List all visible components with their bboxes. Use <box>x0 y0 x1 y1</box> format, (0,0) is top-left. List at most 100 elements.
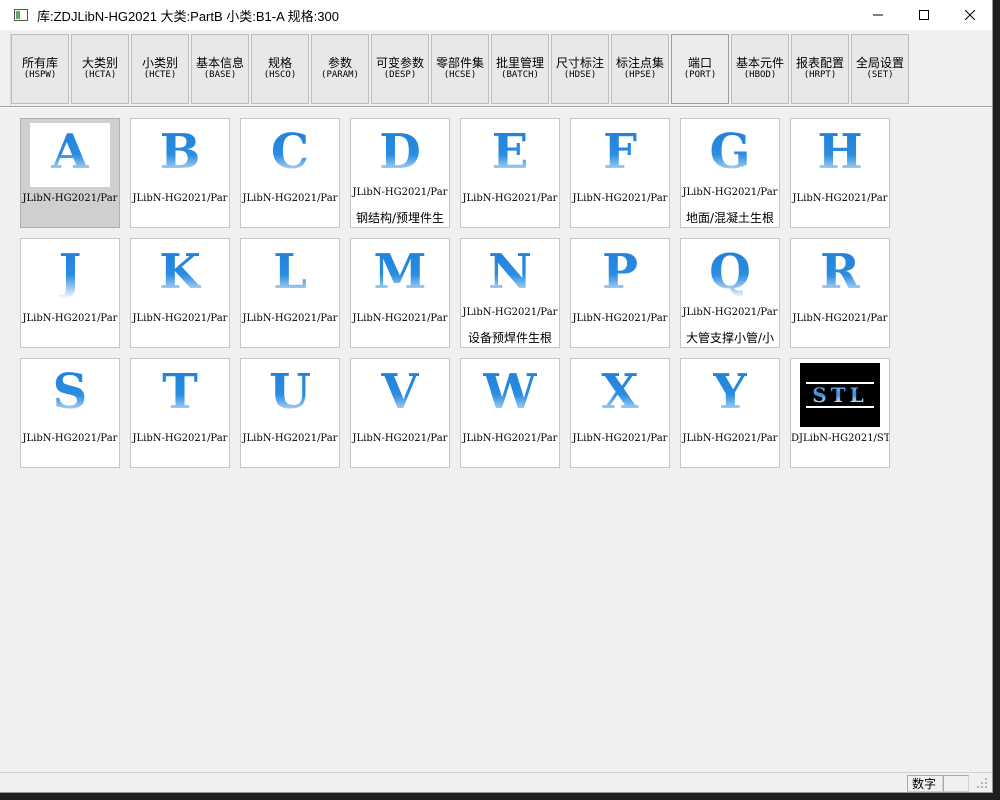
thumbnail-letter: T <box>162 364 198 420</box>
part-tile[interactable]: E JLibN-HG2021/Par <box>460 118 560 228</box>
tile-subcaption: 大管支撑小管/小 <box>685 331 775 345</box>
tile-caption: JLibN-HG2021/Par <box>132 433 228 444</box>
toolbar-button-hdse[interactable]: 尺寸标注 (HDSE) <box>551 34 609 104</box>
part-tile[interactable]: S JLibN-HG2021/Par <box>20 358 120 468</box>
toolbar-button-label: 标注点集 <box>615 56 664 70</box>
part-tile[interactable]: G JLibN-HG2021/Par 地面/混凝土生根 <box>680 118 780 228</box>
part-tile[interactable]: F JLibN-HG2021/Par <box>570 118 670 228</box>
toolbar-button-code: (DESP) <box>383 70 417 80</box>
toolbar-button-hrpt[interactable]: 报表配置 (HRPT) <box>791 34 849 104</box>
toolbar-button-port[interactable]: 端口 (PORT) <box>671 34 729 104</box>
part-thumbnail: M <box>360 243 440 307</box>
part-tile[interactable]: V JLibN-HG2021/Par <box>350 358 450 468</box>
part-tile[interactable]: Q JLibN-HG2021/Par 大管支撑小管/小 <box>680 238 780 348</box>
part-tile[interactable]: L JLibN-HG2021/Par <box>240 238 340 348</box>
tile-caption: JLibN-HG2021/Par <box>132 313 228 324</box>
toolbar-button-hcse[interactable]: 零部件集 (HCSE) <box>431 34 489 104</box>
part-thumbnail: U <box>250 363 330 427</box>
part-tile[interactable]: C JLibN-HG2021/Par <box>240 118 340 228</box>
part-tile[interactable]: A JLibN-HG2021/Par <box>20 118 120 228</box>
part-thumbnail: A <box>30 123 110 187</box>
toolbar-button-label: 零部件集 <box>435 56 484 70</box>
toolbar-button-label: 小类别 <box>141 56 178 70</box>
app-window: 库:ZDJLibN-HG2021 大类:PartB 小类:B1-A 规格:300… <box>0 0 993 793</box>
toolbar-button-hbod[interactable]: 基本元件 (HBOD) <box>731 34 789 104</box>
toolbar-button-label: 可变参数 <box>375 56 424 70</box>
toolbar-button-hcte[interactable]: 小类别 (HCTE) <box>131 34 189 104</box>
part-thumbnail: D <box>360 123 440 187</box>
part-tile[interactable]: R JLibN-HG2021/Par <box>790 238 890 348</box>
part-tile[interactable]: P JLibN-HG2021/Par <box>570 238 670 348</box>
toolbar-button-hsco[interactable]: 规格 (HSCO) <box>251 34 309 104</box>
toolbar-button-code: (BATCH) <box>501 70 539 80</box>
part-thumbnail: N <box>470 243 550 307</box>
part-thumbnail: Q <box>690 243 770 307</box>
thumbnail-letter: STL <box>806 382 874 408</box>
thumbnail-letter: C <box>270 124 310 180</box>
part-tile[interactable]: N JLibN-HG2021/Par 设备预焊件生根 <box>460 238 560 348</box>
thumbnail-letter: K <box>159 244 201 300</box>
toolbar: 所有库 (HSPW) 大类别 (HCTA) 小类别 (HCTE) 基本信息 (BASE) 规格(… <box>10 32 992 106</box>
part-thumbnail: V <box>360 363 440 427</box>
toolbar-button-param[interactable]: 参数 (PARAM) <box>311 34 369 104</box>
thumbnail-letter: W <box>483 364 537 420</box>
part-tile[interactable]: T JLibN-HG2021/Par <box>130 358 230 468</box>
toolbar-button-hpse[interactable]: 标注点集 (HPSE) <box>611 34 669 104</box>
toolbar-button-batch[interactable]: 批里管理 (BATCH) <box>491 34 549 104</box>
part-thumbnail: K <box>140 243 220 307</box>
toolbar-button-code: (HPSE) <box>623 70 657 80</box>
part-tile[interactable]: K JLibN-HG2021/Par <box>130 238 230 348</box>
part-tile[interactable]: H JLibN-HG2021/Par <box>790 118 890 228</box>
part-thumbnail: P <box>580 243 660 307</box>
tile-caption: JLibN-HG2021/Par <box>22 313 118 324</box>
close-icon <box>965 10 975 20</box>
thumbnail-letter: N <box>488 244 532 300</box>
part-tile[interactable]: B JLibN-HG2021/Par <box>130 118 230 228</box>
toolbar-button-code: (HSCO) <box>263 70 297 80</box>
minimize-button[interactable] <box>855 0 901 30</box>
toolbar-button-code: (HCTA) <box>83 70 117 80</box>
tile-caption: JLibN-HG2021/Par <box>132 193 228 204</box>
resize-grip-icon[interactable] <box>975 776 989 790</box>
toolbar-button-hcta[interactable]: 大类别 (HCTA) <box>71 34 129 104</box>
thumbnail-letter: Y <box>712 364 748 420</box>
part-tile[interactable]: Y JLibN-HG2021/Par <box>680 358 780 468</box>
part-thumbnail: Y <box>690 363 770 427</box>
part-tile[interactable]: X JLibN-HG2021/Par <box>570 358 670 468</box>
toolbar-button-base[interactable]: 基本信息 (BASE) <box>191 34 249 104</box>
toolbar-button-label: 报表配置 <box>795 56 844 70</box>
thumbnail-letter: S <box>52 364 88 420</box>
tile-caption: DJLibN-HG2021/STI <box>791 433 889 444</box>
part-thumbnail: B <box>140 123 220 187</box>
tile-caption: JLibN-HG2021/Par <box>462 193 558 204</box>
part-tile[interactable]: D JLibN-HG2021/Par 钢结构/预埋件生 <box>350 118 450 228</box>
part-tile[interactable]: W JLibN-HG2021/Par <box>460 358 560 468</box>
thumbnail-letter: U <box>269 364 311 420</box>
close-button[interactable] <box>947 0 992 30</box>
part-tile[interactable]: M JLibN-HG2021/Par <box>350 238 450 348</box>
toolbar-button-hspw[interactable]: 所有库 (HSPW) <box>11 34 69 104</box>
part-thumbnail: H <box>800 123 880 187</box>
toolbar-button-desp[interactable]: 可变参数 (DESP) <box>371 34 429 104</box>
status-cell-blank <box>943 775 969 792</box>
part-tile[interactable]: STL DJLibN-HG2021/STI <box>790 358 890 468</box>
toolbar-button-label: 基本信息 <box>195 56 244 70</box>
tile-caption: JLibN-HG2021/Par <box>682 187 778 198</box>
part-tile[interactable]: U JLibN-HG2021/Par <box>240 358 340 468</box>
tile-caption: JLibN-HG2021/Par <box>242 193 338 204</box>
toolbar-button-code: (PORT) <box>683 70 717 80</box>
tile-caption: JLibN-HG2021/Par <box>572 193 668 204</box>
title-bar[interactable]: 库:ZDJLibN-HG2021 大类:PartB 小类:B1-A 规格:300 <box>0 0 992 30</box>
maximize-button[interactable] <box>901 0 947 30</box>
tile-subcaption: 设备预焊件生根 <box>467 331 552 345</box>
toolbar-button-code: (HBOD) <box>743 70 777 80</box>
part-tile[interactable]: J JLibN-HG2021/Par <box>20 238 120 348</box>
tile-caption: JLibN-HG2021/Par <box>682 433 778 444</box>
tile-caption: JLibN-HG2021/Par <box>462 307 558 318</box>
toolbar-button-code: (HDSE) <box>563 70 597 80</box>
thumbnail-letter: F <box>602 124 638 180</box>
toolbar-button-set[interactable]: 全局设置 (SET) <box>851 34 909 104</box>
toolbar-button-label: 参数 <box>327 56 352 70</box>
toolbar-button-label: 基本元件 <box>735 56 784 70</box>
tile-caption: JLibN-HG2021/Par <box>462 433 558 444</box>
